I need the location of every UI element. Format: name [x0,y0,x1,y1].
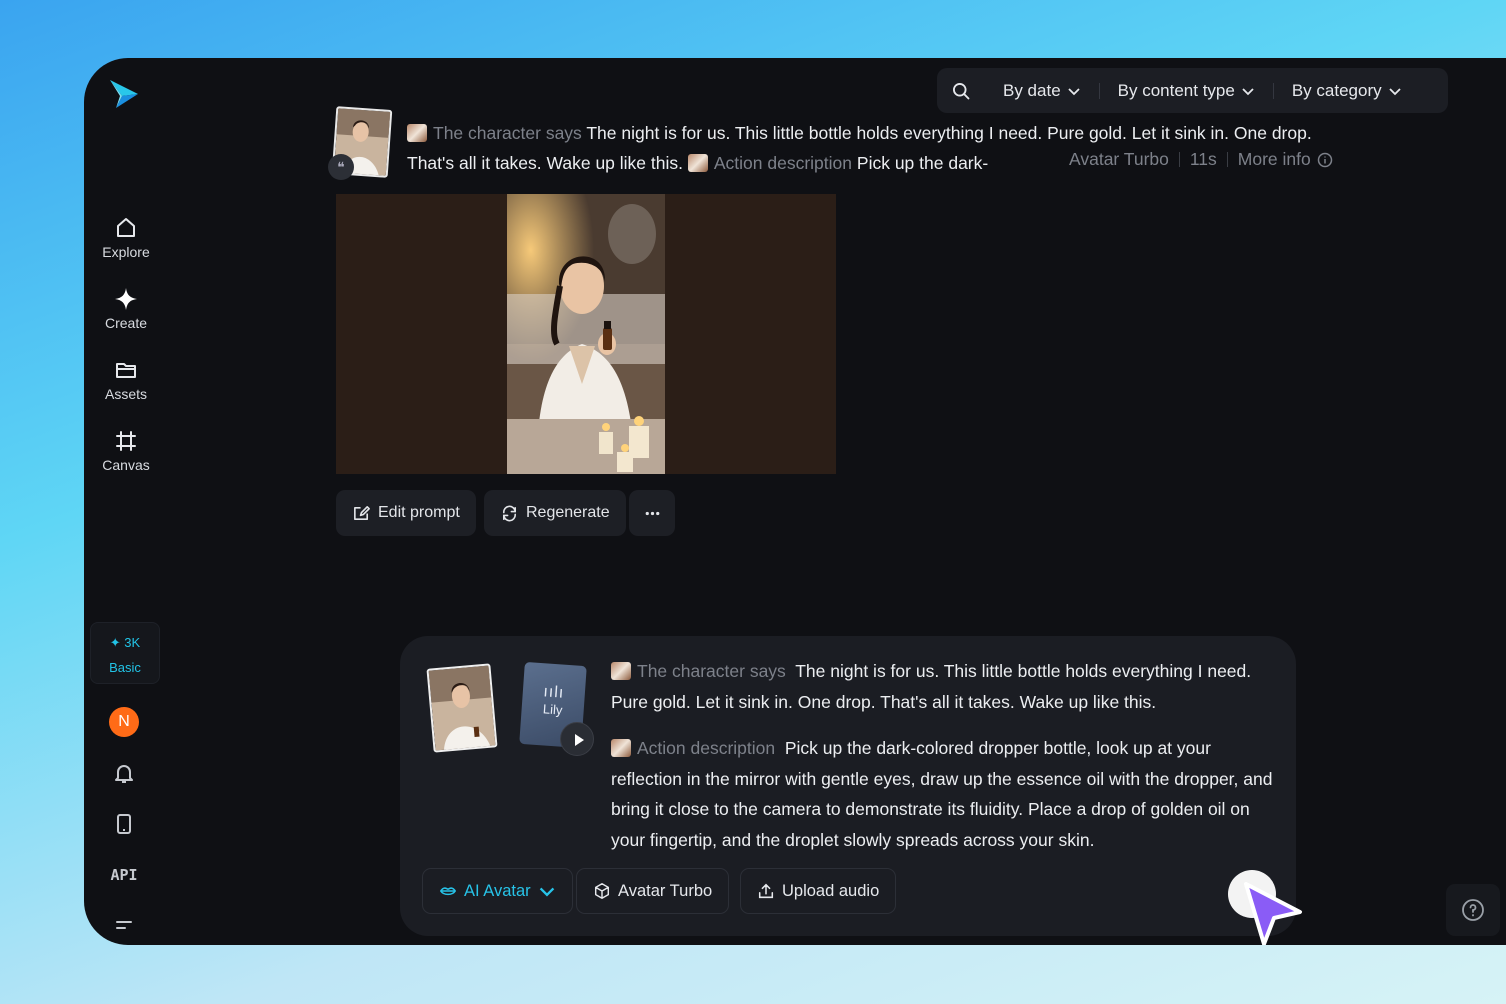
mobile-icon[interactable] [112,812,136,836]
upload-audio-button[interactable]: Upload audio [740,868,897,914]
model-name: Avatar Turbo [1069,149,1169,169]
video-preview[interactable] [336,194,836,474]
action-text: Pick up the dark- [856,153,989,173]
filter-by-date-label: By date [1003,80,1061,100]
bell-icon[interactable] [112,761,136,785]
mode-label: AI Avatar [464,881,531,900]
edit-prompt-label: Edit prompt [378,504,460,521]
quote-badge-icon: ❝ [328,154,354,180]
more-info-link[interactable]: More info [1238,149,1333,170]
more-options-button[interactable] [629,490,675,536]
character-mini-icon [611,739,631,757]
chevron-down-icon [539,887,554,897]
voice-name: Lily [542,701,563,718]
nav-assets-label: Assets [104,386,147,402]
pointer-cursor-icon [1228,870,1302,945]
help-icon [1462,899,1484,921]
nav-create-label: Create [104,315,148,331]
refresh-icon [502,505,517,521]
divider [1178,152,1180,167]
prompt-composer: ıılı Lily The character says The night i… [400,636,1296,936]
filter-by-content-type[interactable]: By content type [1100,81,1273,101]
action-label: Action description [713,153,853,173]
mode-select[interactable]: AI Avatar [422,868,573,914]
upload-icon [758,883,774,899]
credits-amount-value: 3K [124,635,141,650]
composer-says-label: The character says [637,661,786,681]
nav-explore-label: Explore [102,244,150,260]
menu-icon[interactable] [112,914,136,938]
filter-bar: By date By content type By category [937,68,1448,113]
chevron-down-icon [1388,87,1401,95]
regenerate-button[interactable]: Regenerate [484,490,626,536]
app-window: Explore Create Assets Canvas ✦ 3K Basic … [84,58,1506,945]
edit-icon [354,505,370,520]
info-icon [1317,152,1332,167]
credits-badge[interactable]: ✦ 3K Basic [90,622,160,684]
filter-by-date[interactable]: By date [985,81,1099,101]
duration: 11s [1189,149,1217,169]
nav-canvas[interactable]: Canvas [84,429,168,473]
upload-audio-label: Upload audio [782,881,880,900]
home-icon [117,218,135,237]
generation-meta: Avatar Turbo 11s More info [1069,149,1333,170]
logo-icon[interactable] [106,76,142,112]
search-icon [953,82,970,99]
nav-create[interactable]: Create [84,287,168,331]
more-horizontal-icon [645,511,659,515]
model-select[interactable]: Avatar Turbo [576,868,730,914]
cube-icon [594,883,610,899]
avatar-reference-image[interactable] [426,663,498,753]
video-frame [507,194,665,474]
lips-icon [439,887,457,896]
play-voice-button[interactable] [560,722,594,756]
play-icon [575,734,584,746]
api-link[interactable]: API [84,866,164,884]
character-mini-icon [687,154,708,172]
search-button[interactable] [937,81,985,101]
chevron-down-icon [1242,87,1254,95]
regenerate-label: Regenerate [526,504,610,521]
woman-with-bottle-image [507,194,665,474]
help-button[interactable] [1446,884,1500,936]
sparkle-icon [115,288,137,310]
character-mini-icon [611,662,631,680]
composer-prompt-text[interactable]: The character says The night is for us. … [611,656,1276,855]
filter-by-category-label: By category [1291,80,1382,100]
model-label: Avatar Turbo [618,881,713,900]
woman-portrait-image [428,665,498,753]
more-info-label: More info [1237,149,1311,169]
sidebar: Explore Create Assets Canvas ✦ 3K Basic … [84,58,168,945]
folder-icon [116,363,136,378]
says-label: The character says [433,123,582,143]
filter-by-category[interactable]: By category [1274,81,1420,101]
crop-icon [116,431,136,451]
plan-label: Basic [109,660,141,675]
user-avatar[interactable]: N [109,707,139,737]
character-mini-icon [407,124,427,142]
divider [1226,152,1228,167]
chevron-down-icon [1068,87,1080,95]
edit-prompt-button[interactable]: Edit prompt [336,490,476,536]
nav-assets[interactable]: Assets [84,358,168,402]
nav-canvas-label: Canvas [102,457,150,473]
credits-amount: ✦ 3K [109,635,141,650]
nav-explore[interactable]: Explore [84,216,168,260]
composer-action-label: Action description [637,738,776,758]
filter-by-content-type-label: By content type [1117,80,1235,100]
